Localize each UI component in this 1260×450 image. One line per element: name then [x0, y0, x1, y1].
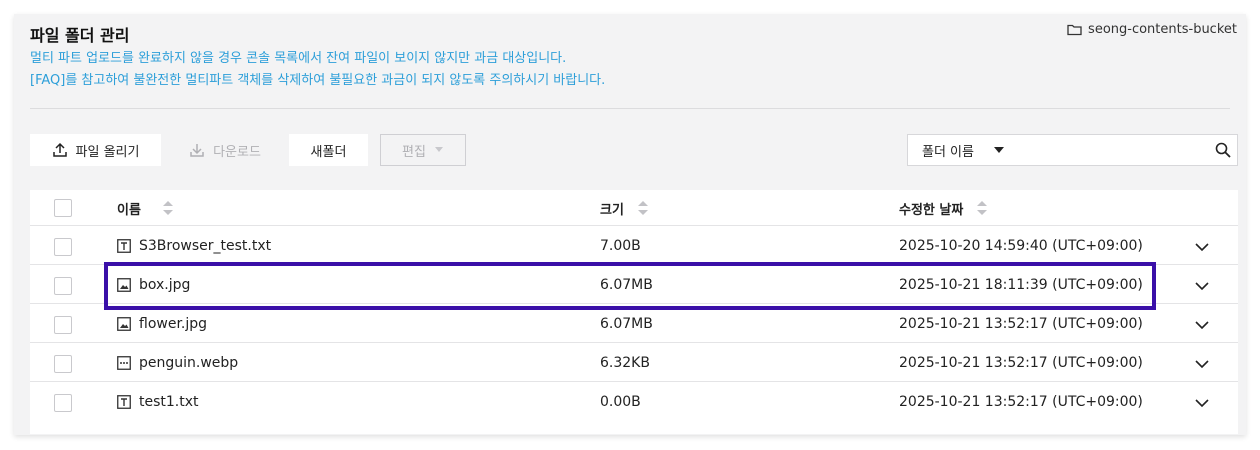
column-size-header[interactable]: 크기 [600, 190, 648, 226]
file-size: 6.32KB [600, 355, 650, 371]
edit-label: 편집 [402, 144, 426, 160]
bucket-indicator: seong-contents-bucket [1067, 22, 1237, 37]
row-checkbox[interactable] [54, 277, 72, 295]
file-name: flower.jpg [139, 316, 208, 332]
search-icon[interactable] [1215, 142, 1231, 158]
column-name-header[interactable]: 이름 [117, 190, 173, 226]
sort-icon[interactable] [637, 201, 648, 215]
table-row[interactable]: box.jpg 6.07MB 2025-10-21 18:11:39 (UTC+… [30, 266, 1238, 304]
generic-file-icon [117, 356, 131, 370]
table-row[interactable]: S3Browser_test.txt 7.00B 2025-10-20 14:5… [30, 227, 1238, 265]
new-folder-button[interactable]: 새폴더 [289, 134, 368, 166]
file-modified: 2025-10-21 18:11:39 (UTC+09:00) [899, 277, 1143, 293]
file-modified: 2025-10-20 14:59:40 (UTC+09:00) [899, 238, 1143, 254]
chevron-down-icon[interactable] [1194, 395, 1210, 411]
column-modified-header[interactable]: 수정한 날짜 [899, 190, 988, 226]
row-checkbox[interactable] [54, 238, 72, 256]
table-row[interactable]: flower.jpg 6.07MB 2025-10-21 13:52:17 (U… [30, 305, 1238, 343]
sort-icon[interactable] [162, 201, 173, 215]
new-folder-label: 새폴더 [310, 144, 347, 160]
file-name-cell: penguin.webp [117, 344, 238, 382]
file-size: 7.00B [600, 238, 641, 254]
download-label: 다운로드 [213, 144, 261, 160]
file-name: box.jpg [139, 277, 191, 293]
bucket-name: seong-contents-bucket [1088, 22, 1237, 37]
search-field-wrapper [1021, 134, 1238, 166]
file-size: 6.07MB [600, 277, 653, 293]
row-checkbox[interactable] [54, 316, 72, 334]
file-name: penguin.webp [139, 355, 239, 371]
file-modified: 2025-10-21 13:52:17 (UTC+09:00) [899, 355, 1143, 371]
file-folder-panel: 파일 폴더 관리 멀티 파트 업로드를 완료하지 않을 경우 콘솔 목록에서 잔… [14, 14, 1246, 435]
file-name-cell: test1.txt [117, 383, 199, 421]
file-modified: 2025-10-21 13:52:17 (UTC+09:00) [899, 316, 1143, 332]
text-file-icon [117, 395, 131, 409]
upload-file-button[interactable]: 파일 올리기 [30, 134, 161, 166]
edit-dropdown[interactable]: 편집 [380, 134, 466, 166]
upload-file-label: 파일 올리기 [75, 144, 140, 160]
notice-line-2: [FAQ]를 참고하여 불완전한 멀티파트 객체를 삭제하여 불필요한 과금이 … [30, 73, 606, 88]
chevron-down-icon[interactable] [1194, 278, 1210, 294]
upload-icon [52, 142, 67, 157]
filter-type-select[interactable]: 폴더 이름 [907, 134, 1022, 166]
file-size: 6.07MB [600, 316, 653, 332]
notice-line-1: 멀티 파트 업로드를 완료하지 않을 경우 콘솔 목록에서 잔여 파일이 보이지… [30, 51, 567, 66]
download-button[interactable]: 다운로드 [168, 134, 282, 166]
download-icon [190, 144, 204, 157]
chevron-down-icon[interactable] [1194, 317, 1210, 333]
chevron-down-icon[interactable] [1194, 239, 1210, 255]
column-size-label: 크기 [600, 202, 624, 218]
table-header: 이름 크기 수정한 날짜 [30, 190, 1238, 226]
column-name-label: 이름 [117, 202, 141, 218]
file-name: S3Browser_test.txt [139, 238, 272, 254]
table-row[interactable]: test1.txt 0.00B 2025-10-21 13:52:17 (UTC… [30, 383, 1238, 421]
folder-icon [1067, 24, 1082, 36]
file-table: 이름 크기 수정한 날짜 S3Browser_test.txt 7.00B 20… [30, 190, 1238, 434]
search-input[interactable] [1021, 135, 1201, 165]
file-name: test1.txt [139, 394, 199, 410]
file-name-cell: box.jpg [117, 266, 190, 304]
file-name-cell: flower.jpg [117, 305, 207, 343]
table-row[interactable]: penguin.webp 6.32KB 2025-10-21 13:52:17 … [30, 344, 1238, 382]
file-size: 0.00B [600, 394, 641, 410]
row-checkbox[interactable] [54, 355, 72, 373]
caret-down-icon [993, 147, 1004, 153]
divider [30, 108, 1230, 109]
chevron-down-icon[interactable] [1194, 356, 1210, 372]
filter-type-value: 폴더 이름 [922, 144, 974, 160]
page-title: 파일 폴더 관리 [30, 26, 130, 45]
image-file-icon [117, 278, 131, 292]
file-modified: 2025-10-21 13:52:17 (UTC+09:00) [899, 394, 1143, 410]
file-name-cell: S3Browser_test.txt [117, 227, 271, 265]
text-file-icon [117, 239, 131, 253]
caret-down-icon [434, 147, 443, 152]
select-all-checkbox[interactable] [54, 199, 72, 217]
sort-icon[interactable] [977, 201, 988, 215]
image-file-icon [117, 317, 131, 331]
column-modified-label: 수정한 날짜 [899, 202, 964, 218]
row-checkbox[interactable] [54, 394, 72, 412]
